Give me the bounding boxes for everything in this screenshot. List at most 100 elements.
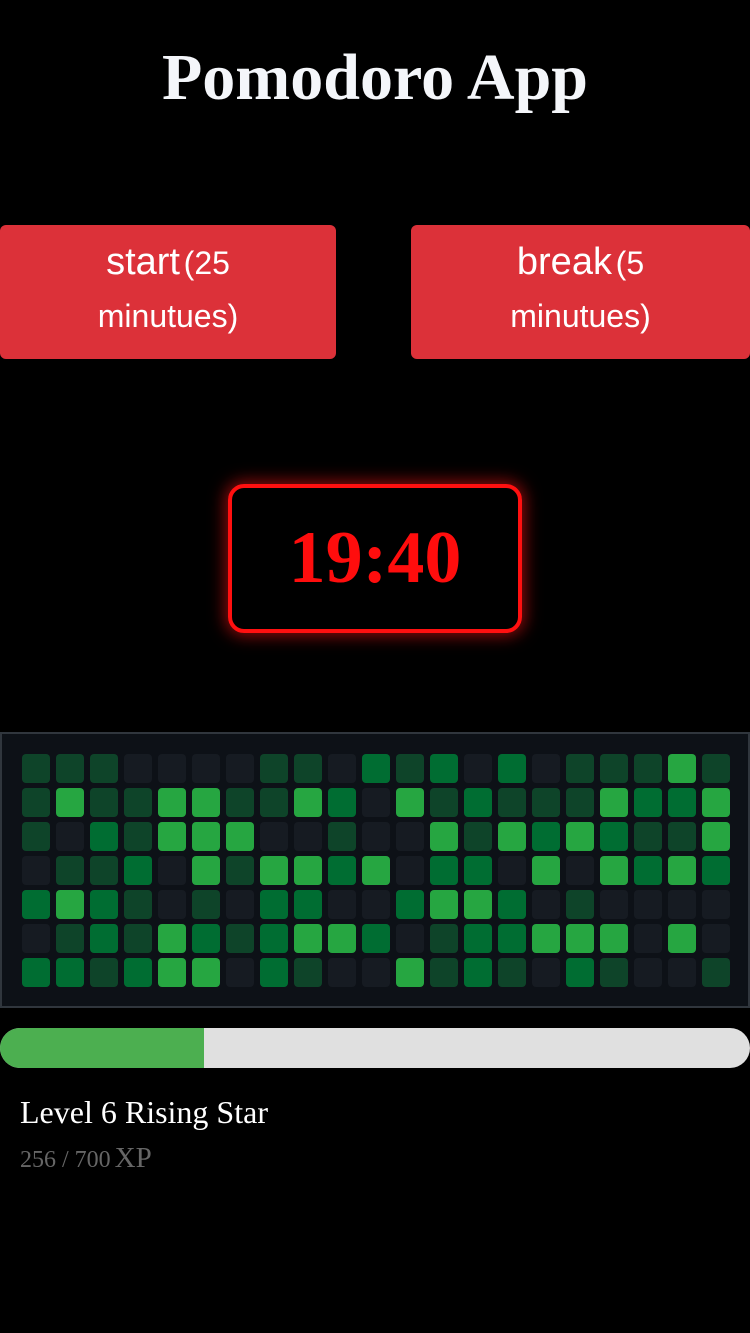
activity-cell bbox=[396, 958, 424, 987]
activity-cell bbox=[90, 788, 118, 817]
start-button[interactable]: start (25 minutues) bbox=[0, 225, 336, 359]
activity-cell bbox=[158, 822, 186, 851]
activity-cell bbox=[702, 822, 730, 851]
activity-cell bbox=[362, 924, 390, 953]
break-button[interactable]: break (5 minutues) bbox=[411, 225, 750, 359]
activity-cell bbox=[56, 958, 84, 987]
activity-cell bbox=[328, 924, 356, 953]
activity-cell bbox=[328, 958, 356, 987]
activity-cell bbox=[396, 754, 424, 783]
activity-cell bbox=[600, 822, 628, 851]
activity-cell bbox=[702, 958, 730, 987]
activity-cell bbox=[260, 856, 288, 885]
activity-cell bbox=[668, 856, 696, 885]
activity-cell bbox=[600, 958, 628, 987]
activity-cell bbox=[600, 754, 628, 783]
xp-progress-fill bbox=[0, 1028, 204, 1068]
activity-cell bbox=[600, 788, 628, 817]
start-button-content: start (25 minutues) bbox=[70, 239, 266, 346]
activity-cell bbox=[260, 788, 288, 817]
activity-cell bbox=[124, 754, 152, 783]
activity-cell bbox=[260, 958, 288, 987]
activity-cell bbox=[566, 958, 594, 987]
activity-cell bbox=[294, 890, 322, 919]
activity-cell bbox=[464, 822, 492, 851]
activity-cell bbox=[226, 890, 254, 919]
activity-cell bbox=[566, 822, 594, 851]
activity-cell bbox=[566, 924, 594, 953]
activity-cell bbox=[124, 822, 152, 851]
activity-cell bbox=[294, 924, 322, 953]
activity-cell bbox=[56, 924, 84, 953]
activity-cell bbox=[192, 754, 220, 783]
activity-cell bbox=[702, 788, 730, 817]
activity-cell bbox=[192, 856, 220, 885]
activity-cell bbox=[600, 890, 628, 919]
activity-cell bbox=[634, 822, 662, 851]
activity-cell bbox=[430, 822, 458, 851]
activity-cell bbox=[192, 924, 220, 953]
xp-separator: / bbox=[56, 1147, 75, 1173]
activity-cell bbox=[226, 822, 254, 851]
activity-cell bbox=[498, 890, 526, 919]
activity-cell bbox=[124, 788, 152, 817]
activity-cell bbox=[396, 822, 424, 851]
activity-cell bbox=[294, 754, 322, 783]
activity-cell bbox=[396, 788, 424, 817]
activity-cell bbox=[158, 958, 186, 987]
activity-cell bbox=[362, 788, 390, 817]
activity-cell bbox=[464, 924, 492, 953]
activity-cell bbox=[634, 856, 662, 885]
activity-cell bbox=[192, 822, 220, 851]
activity-cell bbox=[90, 890, 118, 919]
activity-cell bbox=[532, 958, 560, 987]
activity-cell bbox=[226, 754, 254, 783]
activity-cell bbox=[702, 890, 730, 919]
activity-cell bbox=[464, 788, 492, 817]
timer-display: 19:40 bbox=[228, 484, 522, 633]
activity-cell bbox=[634, 788, 662, 817]
activity-cell bbox=[124, 924, 152, 953]
activity-cell bbox=[702, 754, 730, 783]
activity-cell bbox=[532, 754, 560, 783]
activity-cell bbox=[668, 822, 696, 851]
activity-cell bbox=[56, 754, 84, 783]
activity-cell bbox=[22, 754, 50, 783]
activity-cell bbox=[192, 788, 220, 817]
activity-cell bbox=[430, 856, 458, 885]
activity-cell bbox=[294, 958, 322, 987]
activity-cell bbox=[294, 856, 322, 885]
activity-cell bbox=[430, 924, 458, 953]
activity-cell bbox=[464, 856, 492, 885]
activity-cell bbox=[668, 958, 696, 987]
activity-grid bbox=[22, 754, 730, 987]
activity-cell bbox=[328, 788, 356, 817]
activity-cell bbox=[22, 958, 50, 987]
xp-current: 256 bbox=[20, 1147, 56, 1173]
activity-cell bbox=[226, 856, 254, 885]
activity-cell bbox=[56, 788, 84, 817]
activity-cell bbox=[56, 856, 84, 885]
page-title: Pomodoro App bbox=[161, 41, 589, 114]
activity-cell bbox=[430, 890, 458, 919]
activity-cell bbox=[498, 958, 526, 987]
activity-cell bbox=[294, 788, 322, 817]
activity-cell bbox=[532, 822, 560, 851]
activity-cell bbox=[634, 890, 662, 919]
activity-cell bbox=[498, 924, 526, 953]
activity-cell bbox=[668, 788, 696, 817]
activity-cell bbox=[90, 924, 118, 953]
activity-cell bbox=[498, 856, 526, 885]
activity-cell bbox=[124, 856, 152, 885]
activity-cell bbox=[90, 822, 118, 851]
activity-cell bbox=[396, 856, 424, 885]
activity-cell bbox=[634, 958, 662, 987]
activity-cell bbox=[532, 788, 560, 817]
activity-cell bbox=[158, 924, 186, 953]
activity-cell bbox=[362, 822, 390, 851]
activity-cell bbox=[532, 856, 560, 885]
break-button-content: break (5 minutues) bbox=[481, 239, 680, 346]
activity-cell bbox=[668, 924, 696, 953]
activity-cell bbox=[566, 788, 594, 817]
activity-cell bbox=[22, 924, 50, 953]
